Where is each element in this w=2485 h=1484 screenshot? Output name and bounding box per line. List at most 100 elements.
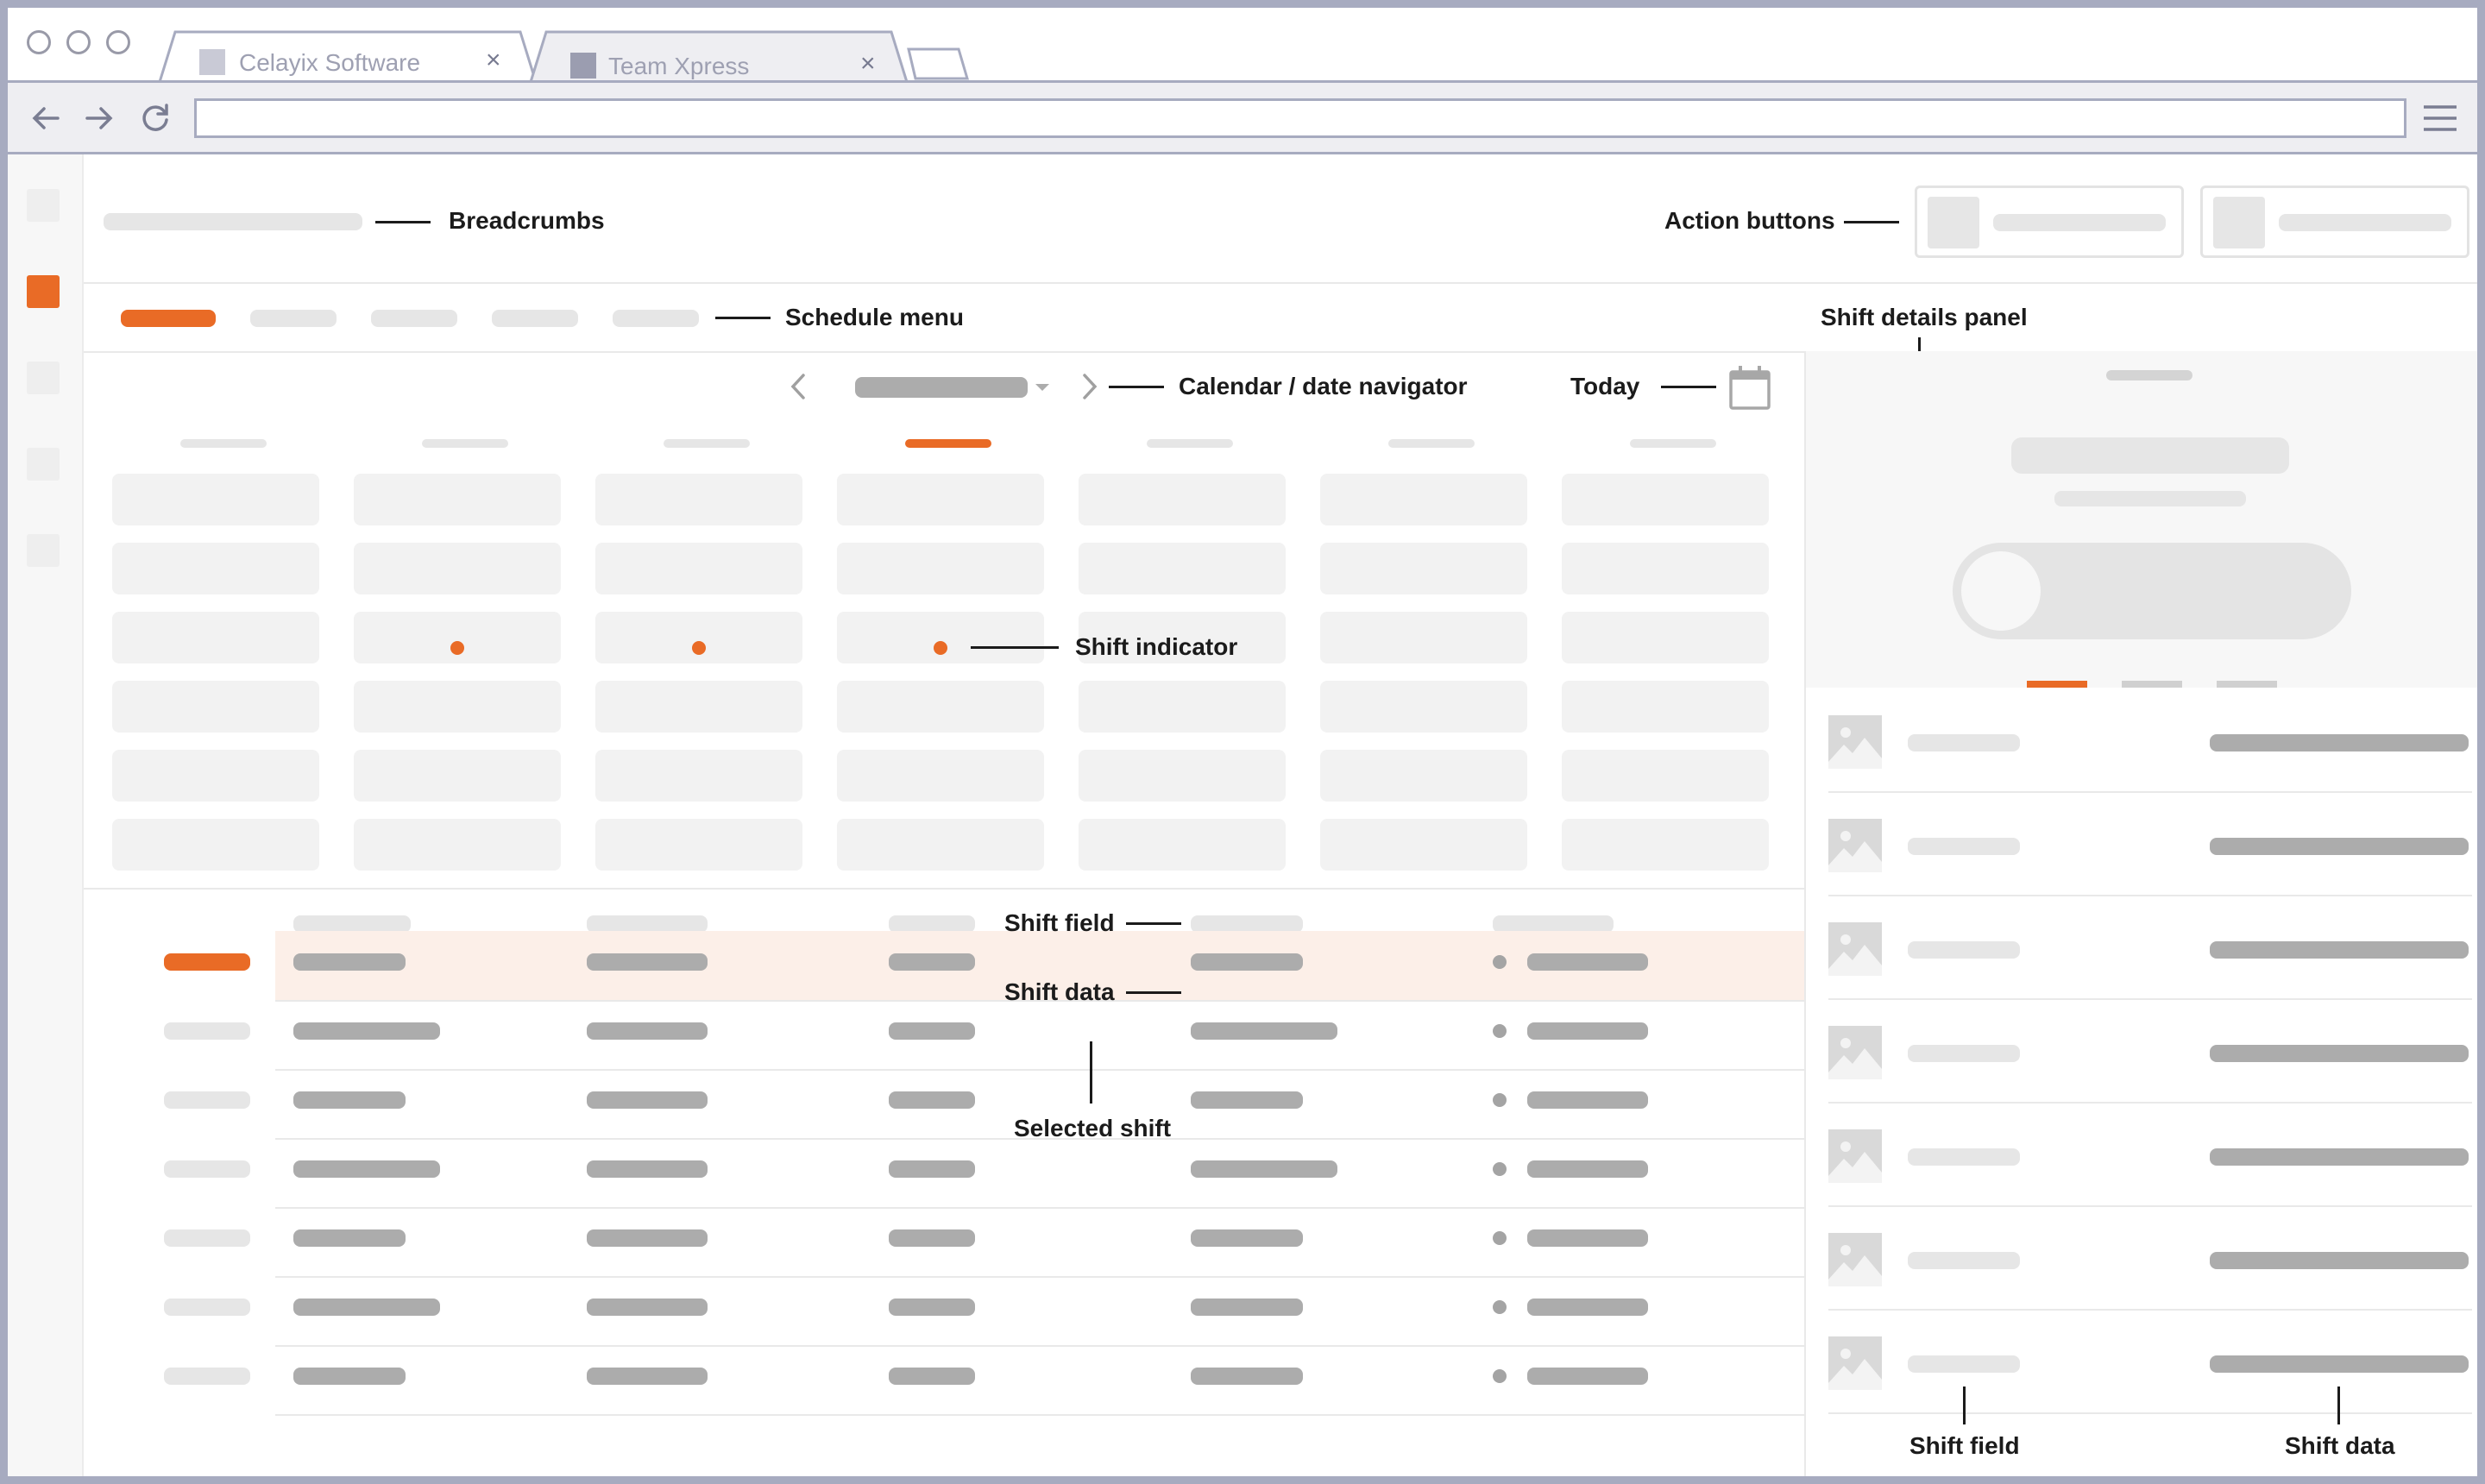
calendar-today-icon[interactable]	[1727, 363, 1772, 412]
rail-item-5[interactable]	[27, 534, 60, 567]
browser-tab-team-xpress[interactable]: Team Xpress ×	[529, 28, 909, 83]
panel-shift-field-leader-line	[1963, 1387, 1966, 1424]
calendar-day-cell[interactable]	[112, 681, 319, 733]
calendar-date-selector[interactable]	[855, 377, 1028, 398]
calendar-day-cell[interactable]	[595, 681, 802, 733]
shift-details-panel-label: Shift details panel	[1821, 304, 2028, 330]
schedule-menu-item-2[interactable]	[250, 310, 337, 327]
calendar-day-cell[interactable]	[595, 612, 802, 663]
calendar-day-cell[interactable]	[837, 474, 1044, 525]
tab-close-icon[interactable]: ×	[486, 47, 501, 73]
calendar-day-header-7	[1630, 439, 1716, 448]
calendar-day-cell[interactable]	[354, 681, 561, 733]
window-minimize-control[interactable]	[66, 30, 91, 54]
rail-item-1[interactable]	[27, 189, 60, 222]
calendar-day-cell[interactable]	[112, 474, 319, 525]
new-tab-button[interactable]	[905, 46, 974, 82]
reload-icon[interactable]	[135, 98, 175, 138]
calendar-day-cell[interactable]	[1562, 681, 1769, 733]
back-arrow-icon[interactable]	[27, 98, 66, 138]
breadcrumb[interactable]	[104, 213, 362, 230]
calendar-day-cell[interactable]	[1320, 612, 1527, 663]
calendar-day-cell[interactable]	[1562, 543, 1769, 594]
tab-close-icon[interactable]: ×	[860, 51, 876, 77]
address-bar-input[interactable]	[194, 98, 2406, 138]
browser-tab-celayix[interactable]: Celayix Software ×	[158, 28, 538, 83]
window-close-control[interactable]	[27, 30, 51, 54]
list-item[interactable]	[1828, 1024, 2472, 1128]
calendar-day-cell[interactable]	[1562, 474, 1769, 525]
calendar-day-cell[interactable]	[1562, 612, 1769, 663]
row-status-pill	[164, 1160, 250, 1178]
shift-data-cell	[587, 1368, 708, 1385]
panel-toggle[interactable]	[1953, 543, 2351, 639]
action-button-1[interactable]	[1915, 186, 2184, 258]
calendar-day-cell[interactable]	[354, 474, 561, 525]
shift-indicator-dot	[934, 641, 947, 655]
panel-shift-field	[1908, 1355, 2020, 1373]
calendar-day-cell[interactable]	[837, 543, 1044, 594]
calendar-day-cell[interactable]	[837, 612, 1044, 663]
calendar-navigator-label: Calendar / date navigator	[1179, 373, 1468, 399]
calendar-day-cell[interactable]	[354, 612, 561, 663]
calendar-day-cell[interactable]	[1562, 750, 1769, 802]
calendar-day-cell[interactable]	[112, 612, 319, 663]
panel-title	[2011, 437, 2289, 474]
calendar-day-cell[interactable]	[1320, 681, 1527, 733]
shift-data-cell	[293, 953, 406, 971]
schedule-menu-item-5[interactable]	[613, 310, 699, 327]
calendar-day-cell[interactable]	[1320, 819, 1527, 871]
shift-field-leader-line	[1126, 922, 1181, 925]
panel-shift-data	[2210, 734, 2469, 751]
rail-item-schedule-active[interactable]	[27, 275, 60, 308]
schedule-menu-item-3[interactable]	[371, 310, 457, 327]
list-item[interactable]	[1828, 817, 2472, 921]
shift-data-cell	[587, 1022, 708, 1040]
calendar-day-cell[interactable]	[354, 819, 561, 871]
browser-menu-hamburger-icon[interactable]	[2420, 98, 2460, 138]
calendar-day-cell[interactable]	[1320, 474, 1527, 525]
calendar-day-cell[interactable]	[112, 819, 319, 871]
chevron-down-icon[interactable]	[1033, 380, 1052, 394]
browser-chrome: Celayix Software × Team Xpress ×	[8, 8, 2477, 154]
calendar-next-chevron-icon[interactable]	[1076, 372, 1102, 401]
panel-tab-3[interactable]	[2217, 681, 2277, 688]
calendar-day-cell[interactable]	[1320, 543, 1527, 594]
calendar-day-cell[interactable]	[595, 819, 802, 871]
action-button-2[interactable]	[2200, 186, 2469, 258]
calendar-day-cell[interactable]	[837, 681, 1044, 733]
rail-item-4[interactable]	[27, 448, 60, 481]
tab-title: Celayix Software	[239, 49, 421, 76]
calendar-day-cell[interactable]	[1562, 819, 1769, 871]
calendar-day-cell[interactable]	[595, 474, 802, 525]
action-buttons-label: Action buttons	[1664, 207, 1835, 234]
list-item[interactable]	[1828, 714, 2472, 817]
panel-tab-2[interactable]	[2122, 681, 2182, 688]
calendar-day-cell[interactable]	[1079, 819, 1286, 871]
calendar-day-cell[interactable]	[354, 750, 561, 802]
rail-item-3[interactable]	[27, 362, 60, 394]
schedule-menu-item-active[interactable]	[121, 310, 216, 327]
schedule-menu-item-4[interactable]	[492, 310, 578, 327]
forward-arrow-icon[interactable]	[79, 98, 118, 138]
panel-tab-active[interactable]	[2027, 681, 2087, 688]
calendar-day-cell[interactable]	[1079, 750, 1286, 802]
list-item[interactable]	[1828, 1128, 2472, 1231]
list-item[interactable]	[1828, 1335, 2472, 1438]
calendar-day-cell[interactable]	[1079, 543, 1286, 594]
list-item[interactable]	[1828, 1231, 2472, 1335]
calendar-day-cell[interactable]	[112, 543, 319, 594]
window-maximize-control[interactable]	[106, 30, 130, 54]
calendar-day-cell[interactable]	[112, 750, 319, 802]
calendar-day-cell[interactable]	[837, 750, 1044, 802]
calendar-day-cell[interactable]	[595, 543, 802, 594]
calendar-day-cell[interactable]	[837, 819, 1044, 871]
list-item[interactable]	[1828, 921, 2472, 1024]
calendar-day-cell[interactable]	[1079, 474, 1286, 525]
calendar-day-cell[interactable]	[1079, 681, 1286, 733]
calendar-day-cell[interactable]	[595, 750, 802, 802]
calendar-day-cell[interactable]	[1320, 750, 1527, 802]
calendar-prev-chevron-icon[interactable]	[786, 372, 812, 401]
calendar-day-cell[interactable]	[354, 543, 561, 594]
shift-data-cell	[889, 1368, 975, 1385]
